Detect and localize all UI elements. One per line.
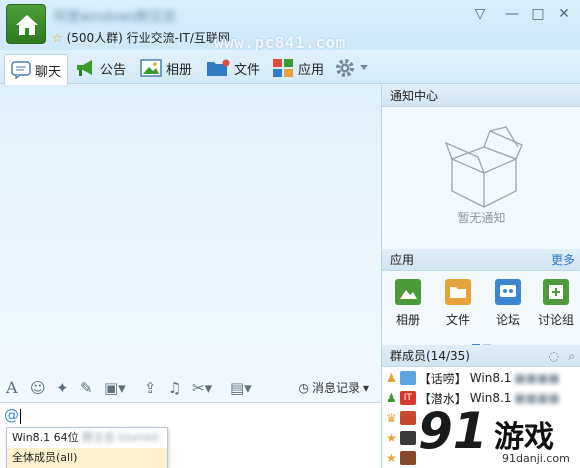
group-meta: ☆ (500人群) 行业交流-IT/互联网 [52,29,230,46]
message-history-button[interactable]: ◷ 消息记录 ▾ [298,379,369,396]
notify-body: 暂无通知 [382,107,580,249]
star-icon: ☆ [52,31,63,45]
avatar [399,431,416,445]
mention-item-all[interactable]: 全体成员(all) [7,448,167,468]
apps-more-link[interactable]: 更多 [551,249,575,271]
chat-history[interactable] [0,85,381,375]
dropdown-icon[interactable]: ▽ [468,4,492,24]
minimize-button[interactable]: — [500,4,524,24]
chat-bubble-icon [11,61,31,79]
app-discussion[interactable]: 讨论组 [534,279,578,328]
search-icon[interactable]: ⌕ [568,345,575,367]
maximize-button[interactable]: □ [526,4,550,24]
image-icon[interactable]: ▣▾ [104,379,126,397]
scissors-icon[interactable]: ✂▾ [192,379,212,397]
person-icon: ♟ [386,391,397,405]
clock-icon: ◷ [298,380,309,395]
app-album[interactable]: 相册 [386,279,430,328]
emoji-icon[interactable]: ☺ [30,379,46,397]
crown-icon: ♛ [386,411,397,425]
photo-icon [395,279,421,305]
edit-icon[interactable]: ✎ [80,379,93,397]
tab-bar: 聊天 公告 相册 文件 应用 [0,50,580,85]
history-label: 消息记录 [311,381,360,395]
font-icon[interactable]: A [6,379,18,397]
member-row[interactable]: ♟ 【话唠】 Win8.1 ■■■■ [386,369,560,387]
site-logo: 91 游戏 91danji.com [418,402,580,468]
app-files[interactable]: 文件 [436,279,480,328]
close-button[interactable]: ✕ [552,4,576,24]
tab-album[interactable]: 相册 [140,54,192,82]
text-caret [20,409,21,424]
tab-label: 应用 [298,62,325,78]
notify-empty-text: 暂无通知 [457,211,506,225]
tab-announcement[interactable]: 公告 [74,54,126,82]
logo-number: 91 [418,402,488,460]
input-text: @ [4,406,19,424]
member-row[interactable]: ♛ [386,409,416,427]
tab-chat[interactable]: 聊天 [4,54,69,85]
megaphone-icon [77,60,92,76]
tab-label: 公告 [100,62,127,78]
app-forum[interactable]: 论坛 [486,279,530,328]
chat-icon[interactable]: ◌ [549,345,559,367]
title-bar: 阿里windows群交流 ☆ (500人群) 行业交流-IT/互联网 www.p… [0,0,580,52]
folder-icon [445,279,471,305]
group-meta-text: (500人群) 行业交流-IT/互联网 [66,31,230,45]
avatar [399,451,416,465]
avatar: IT [399,391,416,405]
tab-label: 聊天 [35,64,62,80]
mention-popup: Win8.1 64位 群主名 blurred 全体成员(all) [6,427,168,468]
avatar [399,411,416,425]
tab-label: 相册 [166,62,193,78]
chevron-down-icon: ▾ [362,380,369,395]
forum-icon [495,279,521,305]
group-avatar[interactable] [6,4,46,44]
person-icon: ♟ [386,371,397,385]
star-icon: ★ [386,451,397,465]
apps-grid: 相册 文件 论坛 讨论组 [382,271,580,346]
magic-icon[interactable]: ✦ [56,379,69,397]
tab-files[interactable]: 文件 [206,54,260,82]
empty-box-icon [444,126,523,208]
home-icon [16,15,38,35]
logo-text: 游戏 [494,420,554,455]
music-icon[interactable]: ♫ [168,379,181,397]
input-toolbar: A ☺ ✦ ✎ ▣▾ ⇪ ♫ ✂▾ ▤▾ ◷ 消息记录 ▾ [0,375,381,401]
mention-item[interactable]: Win8.1 64位 群主名 blurred [7,428,167,448]
discussion-icon [543,279,569,305]
avatar [399,371,416,385]
photo-icon [140,59,162,77]
logo-url: 91danji.com [502,452,570,465]
member-row[interactable]: ★ [386,449,416,467]
group-name[interactable]: 阿里windows群交流 [54,6,224,25]
apps-grid-icon [273,59,293,77]
more-tools-icon[interactable]: ▤▾ [230,379,252,397]
tab-settings[interactable] [334,54,368,82]
gear-icon [336,59,354,77]
chevron-down-icon [360,65,368,70]
folder-icon [207,59,230,76]
tab-apps[interactable]: 应用 [272,54,324,82]
notify-header: 通知中心 [382,85,580,107]
members-header: 群成员(14/35) ◌ ⌕ [382,345,580,367]
apps-header: 应用 更多 [382,249,580,271]
tab-label: 文件 [234,62,261,78]
star-icon: ★ [386,431,397,445]
member-row[interactable]: ★ [386,429,416,447]
upload-icon[interactable]: ⇪ [144,379,157,397]
